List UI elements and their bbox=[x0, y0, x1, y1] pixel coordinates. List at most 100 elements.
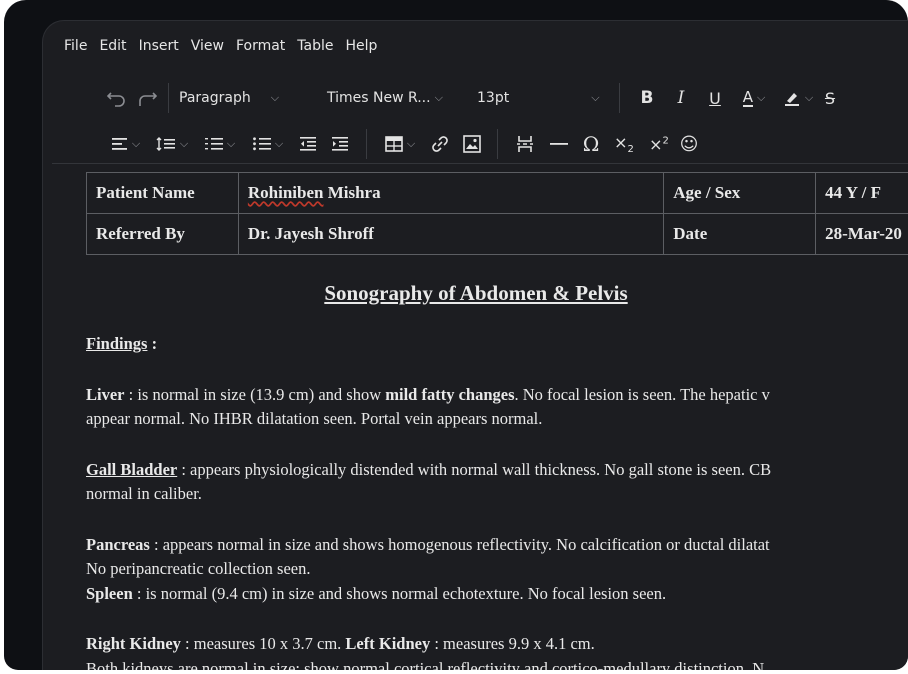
toolbar-separator bbox=[497, 129, 498, 159]
chevron-down-icon: ⌵ bbox=[591, 91, 600, 104]
gallbladder-line-1: Gall Bladder : appears physiologically d… bbox=[86, 458, 908, 483]
block-format-select[interactable]: Paragraph ⌵ bbox=[179, 90, 327, 106]
toolbar-row-1: Paragraph ⌵ Times New R... ⌵ 13pt ⌵ B I … bbox=[104, 80, 908, 116]
age-sex-label: Age / Sex bbox=[663, 172, 817, 214]
toolbar-separator bbox=[619, 83, 620, 113]
chevron-down-icon: ⌵ bbox=[804, 91, 814, 104]
left-kidney-label: Left Kidney bbox=[345, 634, 431, 653]
pancreas-text: : appears normal in size and shows homog… bbox=[149, 534, 770, 554]
bold-button[interactable]: B bbox=[630, 83, 664, 113]
underline-button[interactable]: U bbox=[698, 83, 732, 113]
liver-label: Liver bbox=[86, 384, 125, 404]
findings-label: Findings bbox=[86, 334, 148, 353]
chevron-down-icon: ⌵ bbox=[270, 91, 280, 104]
right-kidney-label: Right Kidney bbox=[86, 634, 181, 653]
date-value: 28-Mar-20 bbox=[815, 213, 908, 255]
spleen-label: Spleen bbox=[86, 583, 133, 603]
page-break-icon bbox=[517, 136, 533, 152]
pancreas-label: Pancreas bbox=[86, 534, 150, 554]
bullet-list-button[interactable]: ⌵ bbox=[244, 129, 292, 159]
menu-view[interactable]: View bbox=[191, 38, 224, 62]
indent-button[interactable] bbox=[324, 129, 356, 159]
toolbar-separator bbox=[366, 129, 367, 159]
outdent-button[interactable] bbox=[292, 129, 324, 159]
document-content[interactable]: Patient Name Rohiniben Mishra Age / Sex … bbox=[86, 172, 908, 670]
numbered-list-button[interactable]: ⌵ bbox=[196, 129, 244, 159]
strikethrough-button[interactable]: S bbox=[820, 83, 840, 113]
referred-by-value: Dr. Jayesh Shroff bbox=[237, 213, 665, 255]
font-size-select[interactable]: 13pt ⌵ bbox=[477, 90, 619, 106]
spleen-text: : is normal (9.4 cm) in size and shows n… bbox=[132, 583, 667, 603]
table-row: Patient Name Rohiniben Mishra Age / Sex … bbox=[86, 172, 908, 214]
patient-name-label: Patient Name bbox=[86, 172, 239, 214]
font-family-select[interactable]: Times New R... ⌵ bbox=[327, 90, 477, 106]
font-family-value: Times New R... bbox=[327, 90, 431, 106]
font-size-value: 13pt bbox=[477, 90, 510, 106]
spleen-line: Spleen : is normal (9.4 cm) in size and … bbox=[86, 582, 908, 607]
undo-icon[interactable] bbox=[104, 83, 130, 113]
patient-info-table: Patient Name Rohiniben Mishra Age / Sex … bbox=[86, 172, 908, 255]
gallbladder-paragraph: Gall Bladder : appears physiologically d… bbox=[86, 458, 908, 507]
gallbladder-text: : appears physiologically distended with… bbox=[177, 459, 772, 479]
chevron-down-icon: ⌵ bbox=[226, 137, 236, 150]
bullet-list-icon bbox=[252, 137, 271, 151]
highlight-button[interactable]: ⌵ bbox=[776, 83, 820, 113]
superscript-button[interactable]: ×2 bbox=[642, 129, 676, 159]
redo-icon[interactable] bbox=[130, 83, 164, 113]
italic-button[interactable]: I bbox=[664, 83, 698, 113]
chevron-down-icon: ⌵ bbox=[756, 91, 766, 104]
subscript-button[interactable]: ×2 bbox=[606, 129, 642, 159]
text-color-button[interactable]: A ⌵ bbox=[732, 83, 776, 113]
right-kidney-text: : measures 10 x 3.7 cm. bbox=[180, 634, 346, 653]
special-character-button[interactable]: Ω bbox=[576, 129, 606, 159]
pancreas-line-1: Pancreas : appears normal in size and sh… bbox=[86, 533, 908, 558]
link-icon bbox=[432, 136, 448, 152]
line-height-button[interactable]: ⌵ bbox=[148, 129, 196, 159]
horizontal-line-icon bbox=[550, 143, 568, 145]
horizontal-line-button[interactable] bbox=[542, 129, 576, 159]
menu-edit[interactable]: Edit bbox=[99, 38, 126, 62]
gallbladder-label: Gall Bladder bbox=[86, 459, 178, 479]
menu-help[interactable]: Help bbox=[346, 38, 378, 62]
liver-text-1: : is normal in size (13.9 cm) and show bbox=[124, 384, 386, 404]
toolbar-row-2: ⌵ ⌵ ⌵ ⌵ ⌵ Ω ×2 ×2 ☺ bbox=[104, 126, 908, 162]
numbered-list-icon bbox=[204, 138, 223, 150]
image-button[interactable] bbox=[457, 129, 487, 159]
table-button[interactable]: ⌵ bbox=[377, 129, 423, 159]
align-left-button[interactable]: ⌵ bbox=[104, 129, 148, 159]
kidney-paragraph: Right Kidney : measures 10 x 3.7 cm. Lef… bbox=[86, 632, 908, 670]
patient-first-name: Rohiniben bbox=[247, 183, 324, 202]
liver-text-2: . No focal lesion is seen. The hepatic v bbox=[514, 384, 770, 404]
pancreas-paragraph: Pancreas : appears normal in size and sh… bbox=[86, 533, 908, 607]
emoji-button[interactable]: ☺ bbox=[676, 129, 702, 159]
report-title: Sonography of Abdomen & Pelvis bbox=[324, 281, 628, 305]
menu-file[interactable]: File bbox=[64, 38, 87, 62]
smiley-icon: ☺ bbox=[679, 133, 699, 155]
app-window: File Edit Insert View Format Table Help … bbox=[4, 0, 908, 670]
chevron-down-icon: ⌵ bbox=[274, 137, 284, 150]
kidney-line-1: Right Kidney : measures 10 x 3.7 cm. Lef… bbox=[86, 632, 908, 657]
highlighter-icon bbox=[784, 93, 799, 106]
liver-line-1: Liver : is normal in size (13.9 cm) and … bbox=[86, 383, 908, 408]
page-break-button[interactable] bbox=[508, 129, 542, 159]
menu-insert[interactable]: Insert bbox=[139, 38, 179, 62]
liver-bold: mild fatty changes bbox=[385, 384, 515, 404]
date-label: Date bbox=[663, 213, 817, 255]
chevron-down-icon: ⌵ bbox=[131, 137, 141, 150]
chevron-down-icon: ⌵ bbox=[179, 137, 189, 150]
menu-format[interactable]: Format bbox=[236, 38, 285, 62]
link-button[interactable] bbox=[423, 129, 457, 159]
subscript-icon: ×2 bbox=[614, 132, 634, 156]
table-row: Referred By Dr. Jayesh Shroff Date 28-Ma… bbox=[86, 213, 908, 255]
chevron-down-icon: ⌵ bbox=[434, 91, 443, 104]
menu-table[interactable]: Table bbox=[297, 38, 333, 62]
gallbladder-line-2: normal in caliber. bbox=[86, 484, 202, 503]
findings-heading: Findings : bbox=[86, 332, 908, 357]
toolbar-separator bbox=[168, 83, 169, 113]
referred-by-label: Referred By bbox=[86, 213, 239, 255]
liver-paragraph: Liver : is normal in size (13.9 cm) and … bbox=[86, 383, 908, 432]
align-left-icon bbox=[111, 138, 127, 150]
line-height-icon bbox=[156, 137, 175, 151]
patient-name-value: Rohiniben Mishra bbox=[237, 172, 665, 214]
table-icon bbox=[385, 136, 403, 152]
